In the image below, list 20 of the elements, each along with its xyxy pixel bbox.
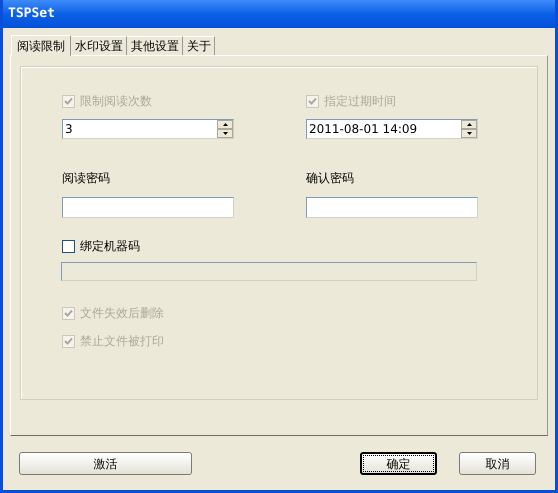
password-field[interactable] xyxy=(306,197,478,218)
tab[interactable]: 其他设置 xyxy=(127,36,183,55)
checkbox-label: 禁止文件被打印 xyxy=(80,333,164,350)
field-label: 阅读密码 xyxy=(62,170,111,187)
tab[interactable]: 阅读限制 xyxy=(11,35,71,56)
checkbox-label: 指定过期时间 xyxy=(324,93,396,110)
field-label: 确认密码 xyxy=(306,170,355,187)
spin-buttons[interactable] xyxy=(461,120,477,138)
checkbox-label: 文件失效后删除 xyxy=(80,305,164,322)
window-title: TSPSet xyxy=(8,5,55,24)
checkbox-label: 绑定机器码 xyxy=(80,238,140,255)
checkbox-label: 限制阅读次数 xyxy=(80,93,152,110)
checkbox[interactable] xyxy=(62,240,75,252)
button[interactable]: 取消 xyxy=(459,452,536,475)
button[interactable]: 确定 xyxy=(360,452,437,475)
spin-buttons[interactable] xyxy=(217,120,233,138)
tab[interactable]: 关于 xyxy=(183,36,215,55)
button[interactable]: 激活 xyxy=(19,452,192,475)
password-field[interactable] xyxy=(62,197,234,218)
tab[interactable]: 水印设置 xyxy=(71,36,127,55)
